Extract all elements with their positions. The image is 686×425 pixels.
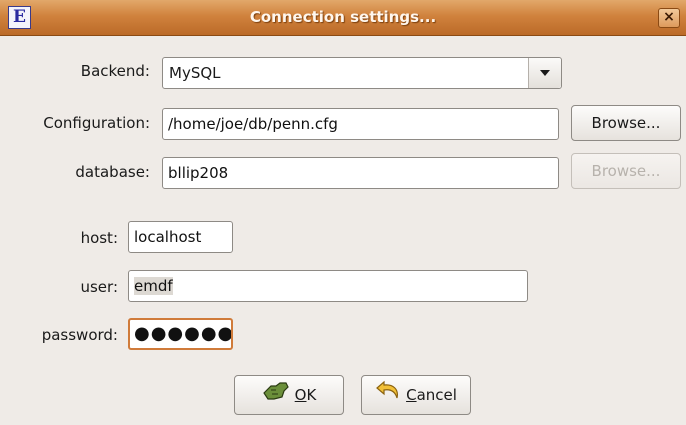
dropdown-button[interactable] <box>528 58 561 88</box>
user-value: emdf <box>134 277 173 295</box>
configuration-field[interactable]: /home/joe/db/penn.cfg <box>162 108 559 140</box>
database-browse-button[interactable]: Browse... <box>571 153 681 189</box>
configuration-label: Configuration: <box>43 114 150 132</box>
close-icon[interactable]: × <box>658 8 680 28</box>
cancel-mnemonic: C <box>406 386 417 404</box>
configuration-browse-button[interactable]: Browse... <box>571 105 681 141</box>
cancel-label-rest: ancel <box>416 386 457 404</box>
backend-combo[interactable]: MySQL <box>162 57 562 89</box>
password-field[interactable]: ●●●●●● <box>128 318 233 350</box>
ok-mnemonic: O <box>294 386 307 404</box>
ok-button[interactable]: OK <box>234 375 344 415</box>
password-mask: ●●●●●● <box>134 323 233 344</box>
title-bar[interactable]: E Connection settings... × <box>0 0 686 36</box>
database-label: database: <box>75 163 150 181</box>
undo-arrow-icon <box>375 377 401 415</box>
user-field[interactable]: emdf <box>128 270 528 302</box>
cancel-button[interactable]: Cancel <box>361 375 471 415</box>
backend-label: Backend: <box>80 62 150 80</box>
database-field[interactable]: bllip208 <box>162 157 559 189</box>
window-title: Connection settings... <box>249 8 437 26</box>
ok-label-rest: K <box>306 386 317 404</box>
host-label: host: <box>80 229 118 247</box>
ok-hand-icon <box>262 377 290 415</box>
user-label: user: <box>80 278 118 296</box>
chevron-down-icon <box>540 70 550 76</box>
password-label: password: <box>41 326 118 344</box>
backend-value: MySQL <box>169 64 221 82</box>
host-field[interactable]: localhost <box>128 221 233 253</box>
